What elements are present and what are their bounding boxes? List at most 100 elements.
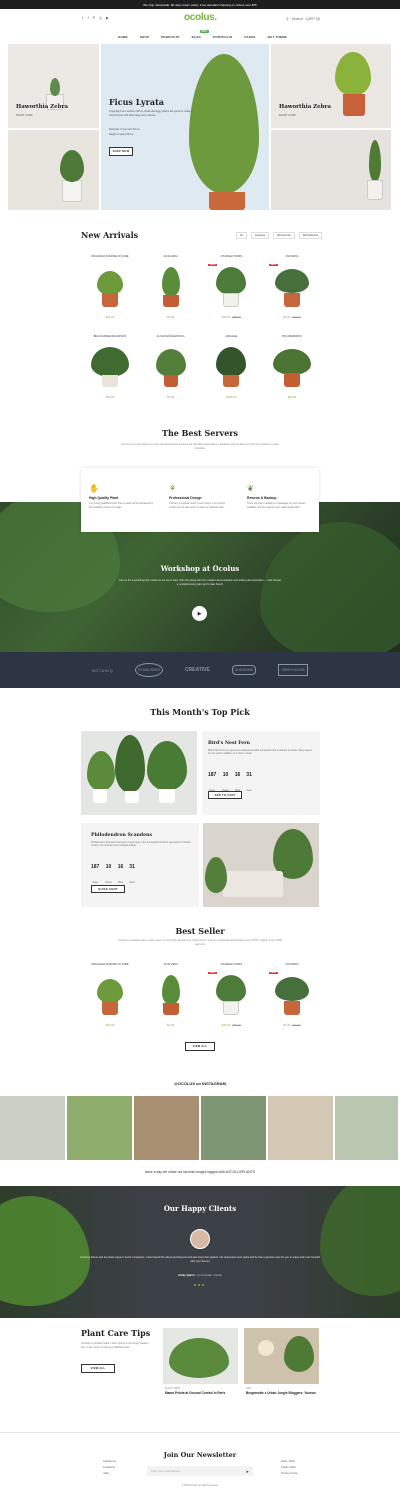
instagram-photo[interactable] (67, 1096, 132, 1160)
hero-tile-left-bottom[interactable] (8, 130, 99, 210)
hero-tile-right-top[interactable]: Haworthia Zebra SHOP NOW (271, 44, 391, 128)
product-card[interactable]: DRACAENA SUNRISE OF FAME $32.00 (81, 963, 139, 1027)
nav-portfolio[interactable]: PORTFOLIO (213, 35, 232, 39)
main-nav: HOME SHOP PRODUCTS BLOG HOT PORTFOLIO PAG… (118, 30, 287, 39)
top-pick-name: Bird's Nest Fern (208, 741, 250, 746)
facebook-icon[interactable]: f (88, 16, 89, 20)
slider-dot[interactable] (202, 1284, 204, 1286)
blog-image[interactable] (244, 1328, 319, 1384)
hero-tile-right-bottom[interactable] (271, 130, 391, 210)
hero-tile-left-top[interactable]: Haworthia Zebra SHOP NOW (8, 44, 99, 128)
quick-shop-button[interactable]: QUICK SHOP (91, 885, 125, 893)
instagram-photo[interactable] (0, 1096, 65, 1160)
pinterest-icon[interactable]: P (93, 16, 95, 20)
product-card[interactable]: DRACAENA SUNRISE OF FAME $32.00 (81, 255, 139, 319)
hero-shop-button[interactable]: SHOP NOW (109, 147, 133, 156)
nav-shop[interactable]: SHOP (140, 35, 149, 39)
cart-link[interactable]: CART (0) (306, 17, 321, 21)
care-tips-view-all[interactable]: VIEW ALL (81, 1364, 115, 1373)
blog-image[interactable] (163, 1328, 238, 1384)
footer-link[interactable]: Terms of Use (281, 1470, 297, 1476)
product-price: $4.99 (283, 1023, 291, 1027)
slider-dot[interactable] (194, 1284, 196, 1286)
blog-card[interactable]: LIFE Bergamotte x Urban Jungle Bloggers:… (244, 1328, 319, 1412)
slider-dot[interactable] (198, 1284, 200, 1286)
product-image[interactable] (141, 969, 200, 1019)
product-card[interactable]: ASCHARIA SALE $4.99 $19.90 (262, 255, 321, 319)
pot-image (209, 192, 245, 210)
search-link[interactable]: Search (292, 17, 303, 21)
product-image[interactable]: SALE (202, 969, 261, 1019)
brand-logo: ESTABLISHED (135, 663, 163, 677)
product-card[interactable]: ALOE VERA $4.99 (141, 963, 200, 1027)
avatar (190, 1229, 210, 1249)
product-card[interactable]: CHAMAECYPARIS SALE $44.00 $58.00 (202, 255, 261, 319)
instagram-photo[interactable] (335, 1096, 398, 1160)
twitter-icon[interactable]: 𝕥 (82, 16, 84, 20)
instagram-photo[interactable] (201, 1096, 266, 1160)
product-card[interactable]: PHILODENDRON $99.00 (262, 335, 321, 399)
top-pick-title: This Month's Top Pick (150, 707, 250, 717)
product-image[interactable] (141, 341, 200, 391)
countdown-days: 187 (91, 864, 100, 870)
instagram-photo[interactable] (268, 1096, 333, 1160)
care-tips-desc: Contrary to popular belief, Lorem Ipsum … (81, 1342, 149, 1349)
product-card[interactable]: ALOE VERA $4.99 (141, 255, 200, 319)
hero-title: Ficus Lyrata (109, 97, 164, 107)
top-pick-panel-2: Philodendron Scandens Philodendron Scand… (81, 823, 199, 907)
blog-card[interactable]: PLANT SHOP Mama Petula at Ground Control… (163, 1328, 238, 1412)
sale-badge: SALE (208, 972, 217, 974)
youtube-icon[interactable]: ▶ (106, 16, 109, 20)
product-price: $4.99 (283, 315, 291, 319)
product-card[interactable]: ALOCASIA AMAZONICA $4.99 (141, 335, 200, 399)
instagram-photo[interactable] (134, 1096, 199, 1160)
product-image[interactable] (81, 969, 139, 1019)
product-image[interactable] (262, 341, 321, 391)
footer-link[interactable]: Jobs (103, 1470, 116, 1476)
email-field[interactable]: Enter your email address (151, 1470, 180, 1473)
product-image[interactable]: SALE (202, 261, 261, 311)
product-card[interactable]: BEAUCARNEA RECURVATA $66.00 (81, 335, 139, 399)
filter-bonsai[interactable]: Bonsai Care (273, 232, 295, 239)
play-icon[interactable]: ▶ (192, 606, 207, 621)
product-image[interactable] (81, 261, 139, 311)
site-logo[interactable]: ocolus. (184, 12, 217, 23)
feature-desc: Contrary to popular belief, Lorem Ipsum … (169, 502, 225, 509)
product-image[interactable]: SALE (262, 261, 321, 311)
brand-logo: CREATIVE (184, 667, 210, 673)
filter-all[interactable]: All (236, 232, 247, 239)
client-attribution: Annie Quinn - Co-Founder / Apollo (0, 1273, 400, 1277)
add-to-cart-button[interactable]: ADD TO CART (208, 791, 242, 799)
nav-pages[interactable]: PAGES (244, 35, 255, 39)
nav-products[interactable]: PRODUCTS (161, 35, 179, 39)
product-card[interactable]: ARACEAE $105.00 (202, 335, 261, 399)
top-pick-image-1[interactable] (81, 731, 197, 815)
nav-buy-theme[interactable]: BUY THEME (268, 35, 287, 39)
countdown-label: Secs (129, 881, 135, 884)
send-icon[interactable]: ➤ (246, 1469, 249, 1474)
product-image[interactable] (141, 261, 200, 311)
product-card[interactable]: ASCHARIA SALE $4.99 $19.90 (262, 963, 321, 1027)
product-image[interactable] (81, 341, 139, 391)
care-tips-title: Plant Care Tips (81, 1328, 151, 1338)
blog-title[interactable]: Mama Petula at Ground Control in Paris (165, 1391, 236, 1395)
hero-tile-link[interactable]: SHOP NOW (279, 114, 296, 117)
hero-bullets: Diameter of pot size 30 cm Height of pla… (109, 128, 140, 137)
hero-tile-link[interactable]: SHOP NOW (16, 114, 33, 117)
search-icon[interactable]: ⚲ (286, 17, 289, 21)
top-pick-image-2[interactable] (203, 823, 319, 907)
nav-blog[interactable]: BLOG HOT (192, 30, 210, 39)
nav-home[interactable]: HOME (118, 35, 128, 39)
instagram-icon[interactable]: ◎ (99, 16, 102, 20)
countdown-hours: 10 (222, 772, 229, 778)
sale-badge: SALE (208, 264, 217, 266)
filter-bolt[interactable]: Bolt Diamond (298, 232, 322, 239)
blog-title[interactable]: Bergamotte x Urban Jungle Bloggers: Yunn… (246, 1391, 317, 1395)
client-quote: Amazing theme and top class support. As … (80, 1256, 320, 1263)
product-image[interactable]: SALE (262, 969, 321, 1019)
product-card[interactable]: CHAMAECYPARIS SALE $44.00 $58.00 (202, 963, 261, 1027)
product-image[interactable] (202, 341, 261, 391)
feature-desc: It is a long established fact that a rea… (89, 502, 153, 509)
view-all-button[interactable]: VIEW ALL (185, 1042, 215, 1051)
filter-cactuses[interactable]: Cactuses (250, 232, 270, 239)
